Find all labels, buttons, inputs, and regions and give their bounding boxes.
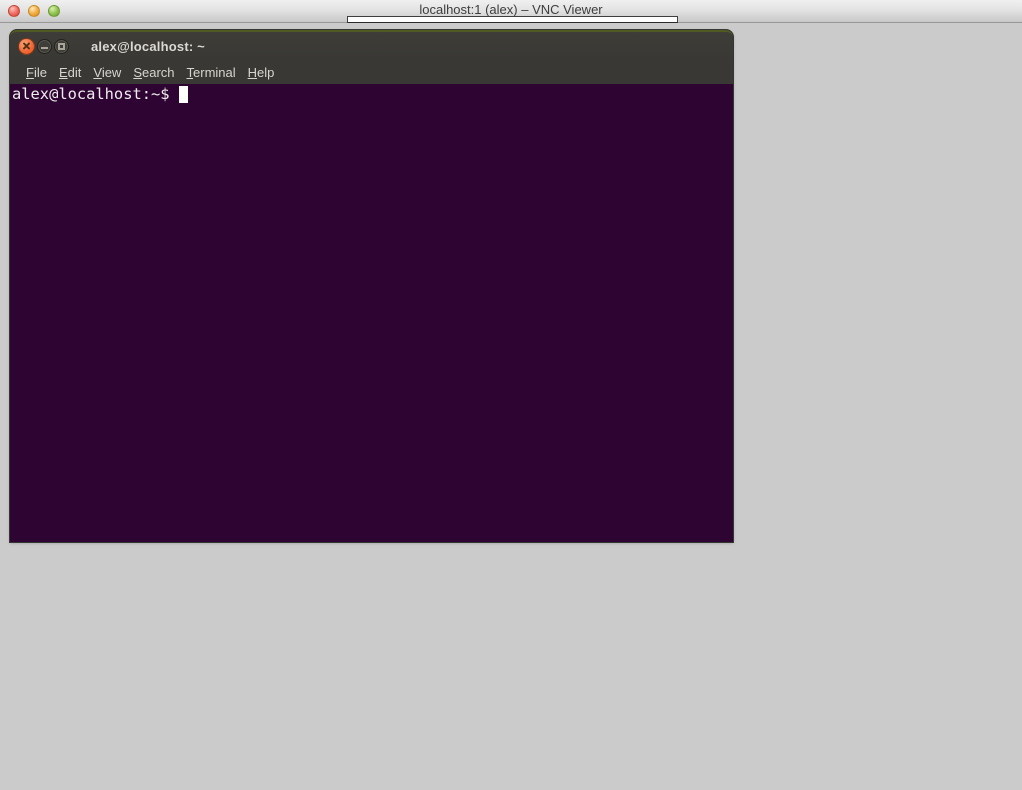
minimize-icon [41,47,48,49]
remote-desktop[interactable]: alex@localhost: ~ File Edit View Search … [0,24,1022,790]
terminal-maximize-button[interactable] [54,39,69,54]
menu-edit[interactable]: Edit [53,62,87,83]
terminal-menubar: File Edit View Search Terminal Help [10,60,733,84]
terminal-screen[interactable]: alex@localhost:~$ [10,84,733,540]
menu-help[interactable]: Help [242,62,281,83]
menu-view[interactable]: View [87,62,127,83]
maximize-icon [58,43,65,50]
terminal-window: alex@localhost: ~ File Edit View Search … [10,30,733,542]
shell-prompt: alex@localhost:~$ [12,85,179,103]
terminal-title: alex@localhost: ~ [91,39,205,54]
terminal-titlebar[interactable]: alex@localhost: ~ [10,30,733,60]
menu-file[interactable]: File [20,62,53,83]
menu-terminal[interactable]: Terminal [181,62,242,83]
terminal-cursor [179,86,188,103]
terminal-close-button[interactable] [18,38,35,55]
terminal-minimize-button[interactable] [37,39,52,54]
vnc-toolbar-handle-icon[interactable] [347,16,678,23]
vnc-titlebar[interactable]: localhost:1 (alex) – VNC Viewer [0,0,1022,23]
menu-search[interactable]: Search [127,62,180,83]
close-icon [22,42,31,51]
